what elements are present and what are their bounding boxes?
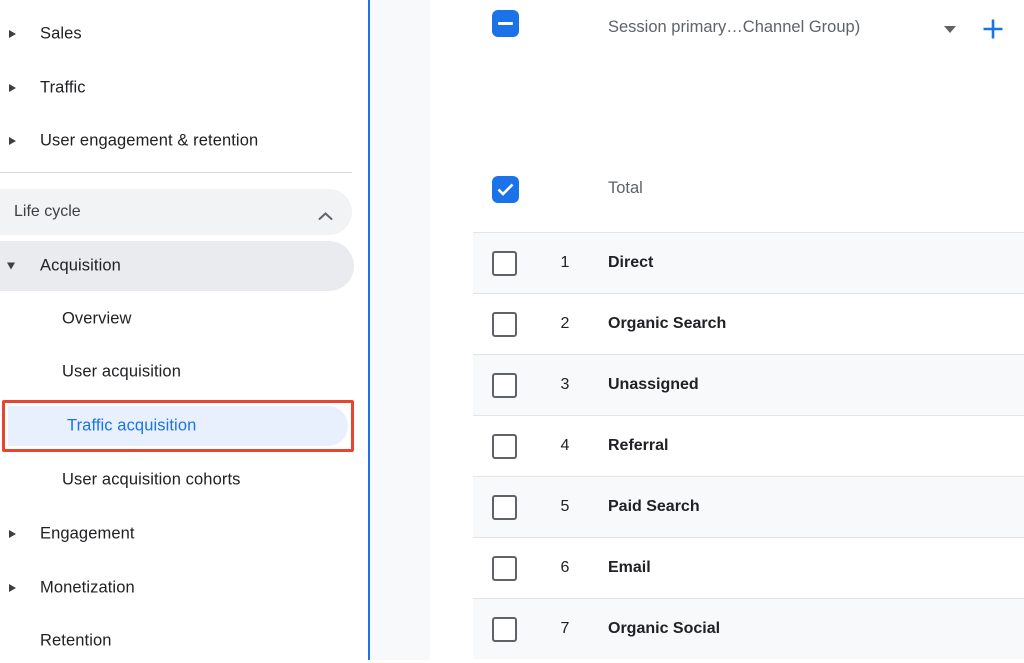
nav-item-label: User acquisition bbox=[62, 363, 181, 382]
nav-item-label: Traffic bbox=[40, 79, 86, 98]
nav-item-label: Traffic acquisition bbox=[67, 417, 196, 436]
row-number: 1 bbox=[553, 254, 577, 272]
channel-name: Organic Search bbox=[608, 315, 726, 333]
channel-name: Email bbox=[608, 559, 651, 577]
sidebar-edge-rail bbox=[368, 0, 370, 660]
expand-arrow-icon bbox=[9, 30, 16, 38]
dropdown-caret-icon[interactable] bbox=[944, 26, 956, 33]
nav-section-label: Life cycle bbox=[14, 203, 81, 221]
row-number: 6 bbox=[553, 559, 577, 577]
row-checkbox[interactable] bbox=[492, 251, 517, 276]
nav-item-label: Monetization bbox=[40, 579, 135, 598]
channel-name: Referral bbox=[608, 437, 668, 455]
table-row: 4 Referral bbox=[473, 415, 1024, 476]
nav-section-life-cycle[interactable]: Life cycle bbox=[0, 189, 352, 235]
nav-item-label: User acquisition cohorts bbox=[62, 471, 240, 490]
indeterminate-minus-icon bbox=[498, 22, 513, 26]
nav-item-engagement[interactable]: Engagement bbox=[0, 512, 368, 556]
nav-item-label: User engagement & retention bbox=[40, 132, 258, 151]
total-row-label: Total bbox=[608, 179, 643, 198]
row-checkbox[interactable] bbox=[492, 617, 517, 642]
expand-arrow-icon bbox=[9, 84, 16, 92]
checkmark-icon bbox=[497, 183, 514, 196]
nav-item-retention[interactable]: Retention bbox=[0, 619, 368, 663]
nav-item-label: Sales bbox=[40, 25, 82, 44]
nav-item-monetization[interactable]: Monetization bbox=[0, 566, 368, 610]
row-checkbox[interactable] bbox=[492, 312, 517, 337]
row-number: 7 bbox=[553, 620, 577, 638]
report-nav-sidebar: Sales Traffic User engagement & retentio… bbox=[0, 0, 368, 660]
row-checkbox[interactable] bbox=[492, 556, 517, 581]
expand-arrow-icon bbox=[9, 530, 16, 538]
channel-table: 1 Direct 2 Organic Search 3 Unassigned 4… bbox=[473, 232, 1024, 660]
channel-name: Paid Search bbox=[608, 498, 700, 516]
row-checkbox[interactable] bbox=[492, 495, 517, 520]
nav-item-user-acquisition[interactable]: User acquisition bbox=[0, 350, 368, 394]
chevron-up-icon bbox=[317, 208, 334, 226]
collapse-arrow-icon bbox=[7, 263, 15, 270]
table-row: 2 Organic Search bbox=[473, 293, 1024, 354]
total-row-checkbox[interactable] bbox=[492, 176, 519, 203]
add-dimension-button[interactable] bbox=[980, 16, 1006, 42]
nav-divider bbox=[0, 172, 352, 173]
nav-item-label: Engagement bbox=[40, 525, 135, 544]
nav-item-label: Retention bbox=[40, 632, 112, 651]
nav-item-label: Overview bbox=[62, 310, 132, 329]
row-checkbox[interactable] bbox=[492, 434, 517, 459]
select-all-checkbox[interactable] bbox=[492, 10, 519, 37]
nav-item-traffic-acquisition[interactable]: Traffic acquisition bbox=[8, 406, 348, 446]
row-number: 4 bbox=[553, 437, 577, 455]
channel-name: Organic Social bbox=[608, 620, 720, 638]
nav-item-user-engagement-retention[interactable]: User engagement & retention bbox=[0, 119, 368, 163]
annotation-highlight-box: Traffic acquisition bbox=[2, 400, 354, 452]
table-row: 7 Organic Social bbox=[473, 598, 1024, 659]
row-number: 2 bbox=[553, 315, 577, 333]
nav-item-acquisition[interactable]: Acquisition bbox=[0, 241, 354, 291]
table-row: 5 Paid Search bbox=[473, 476, 1024, 537]
row-number: 3 bbox=[553, 376, 577, 394]
nav-item-traffic[interactable]: Traffic bbox=[0, 66, 368, 110]
row-number: 5 bbox=[553, 498, 577, 516]
expand-arrow-icon bbox=[9, 584, 16, 592]
channel-name: Direct bbox=[608, 254, 653, 272]
table-row: 3 Unassigned bbox=[473, 354, 1024, 415]
dimension-column-header[interactable]: Session primary…Channel Group) bbox=[608, 18, 860, 37]
report-table-card: Session primary…Channel Group) Total 1 D… bbox=[430, 0, 1024, 660]
table-row: 6 Email bbox=[473, 537, 1024, 598]
expand-arrow-icon bbox=[9, 137, 16, 145]
table-row: 1 Direct bbox=[473, 232, 1024, 293]
row-checkbox[interactable] bbox=[492, 373, 517, 398]
nav-item-user-acquisition-cohorts[interactable]: User acquisition cohorts bbox=[0, 458, 368, 502]
nav-item-sales[interactable]: Sales bbox=[0, 12, 368, 56]
nav-item-overview[interactable]: Overview bbox=[0, 297, 368, 341]
nav-item-label: Acquisition bbox=[40, 257, 121, 276]
channel-name: Unassigned bbox=[608, 376, 699, 394]
